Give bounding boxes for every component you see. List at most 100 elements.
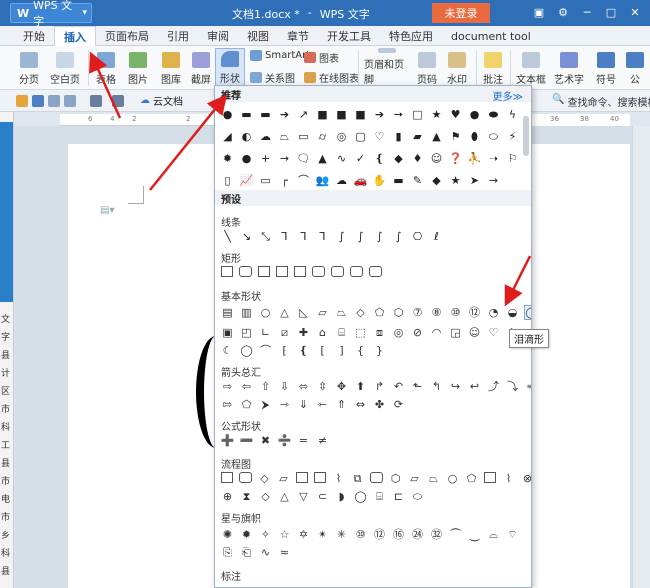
round-rect-icon[interactable]: [331, 266, 344, 277]
double-wave-icon[interactable]: ≈: [278, 546, 291, 559]
hexagon-outline-icon[interactable]: ⬡: [392, 306, 405, 319]
circular-arrow-icon[interactable]: ⟳: [392, 398, 405, 411]
smiley-icon[interactable]: ☺: [468, 326, 481, 339]
pentagon-arrow-icon[interactable]: ⬠: [240, 398, 253, 411]
comment-button[interactable]: 批注: [480, 48, 506, 88]
flag-shape-icon[interactable]: ⚐: [506, 152, 519, 165]
summing-junction-icon[interactable]: ⊗: [521, 472, 531, 485]
terminator-icon[interactable]: [370, 472, 383, 483]
table-button[interactable]: 表格: [92, 48, 120, 88]
login-button[interactable]: 未登录: [432, 3, 490, 23]
snip-rect-icon[interactable]: [276, 266, 288, 277]
wordart-button[interactable]: 艺术字: [552, 48, 586, 88]
settings-icon[interactable]: ⚙: [552, 3, 574, 21]
moon-icon[interactable]: ☾: [221, 344, 234, 357]
right-triangle-icon[interactable]: ◺: [297, 306, 310, 319]
tab-features[interactable]: 特色应用: [380, 26, 442, 46]
triangle-shape-icon[interactable]: ▲: [316, 152, 329, 165]
diamond-outline-icon[interactable]: ◇: [354, 306, 367, 319]
smartart-button[interactable]: SmartArt: [250, 50, 310, 61]
internal-storage-icon[interactable]: [314, 472, 326, 483]
redo-icon[interactable]: [112, 95, 124, 107]
banner-shape-icon[interactable]: ⚑: [449, 130, 462, 143]
round-rect-icon[interactable]: [350, 266, 363, 277]
connector-icon[interactable]: ○: [446, 472, 459, 485]
elbow-connector-icon[interactable]: ⅂: [278, 230, 291, 243]
curve-shape-icon[interactable]: ⌒: [297, 174, 310, 187]
elbow-connector-icon[interactable]: ⅂: [297, 230, 310, 243]
watermark-button[interactable]: 水印: [444, 48, 470, 88]
merge-icon[interactable]: ▽: [297, 490, 310, 503]
bent-up-arrow-icon[interactable]: ↰: [430, 380, 443, 393]
triangle-shape-icon[interactable]: ▲: [430, 130, 443, 143]
decision-icon[interactable]: ◇: [258, 472, 271, 485]
curve-connector-icon[interactable]: ∫: [335, 230, 348, 243]
undo-icon[interactable]: [90, 95, 102, 107]
star10-icon[interactable]: ⑩: [354, 528, 367, 541]
arc-icon[interactable]: ⌒: [259, 344, 272, 357]
star24-icon[interactable]: ㉔: [411, 528, 424, 541]
chord-icon[interactable]: ◒: [506, 306, 519, 319]
lightning-shape-icon[interactable]: ϟ: [506, 108, 519, 121]
star-shape-icon[interactable]: ★: [449, 174, 462, 187]
double-bracket-icon[interactable]: ⁅: [278, 344, 291, 357]
app-menu-button[interactable]: W WPS 文字 ▾: [10, 0, 92, 28]
left-bracket-icon[interactable]: [: [316, 344, 329, 357]
parallelogram-outline-icon[interactable]: ▱: [316, 306, 329, 319]
picture-button[interactable]: 图片: [124, 48, 152, 88]
arrow-right-icon[interactable]: ➙: [392, 108, 405, 121]
edit-shape-icon[interactable]: ✎: [411, 174, 424, 187]
half-frame-icon[interactable]: ◰: [240, 326, 253, 339]
square-outline-icon[interactable]: ▭: [259, 174, 272, 187]
shapes-button[interactable]: 形状: [215, 48, 245, 88]
collate-icon[interactable]: ⧗: [240, 490, 253, 503]
up-down-arrow-icon[interactable]: ⇳: [316, 380, 329, 393]
preview-icon[interactable]: [64, 95, 76, 107]
bent-arrow-icon[interactable]: ↱: [373, 380, 386, 393]
curved-ribbon-icon[interactable]: ⌓: [487, 528, 500, 541]
data-icon[interactable]: ▱: [277, 472, 290, 485]
arrow-right-icon[interactable]: →: [487, 174, 500, 187]
star4-icon[interactable]: ✧: [259, 528, 272, 541]
can-icon[interactable]: ⌸: [335, 326, 348, 339]
freeform-icon[interactable]: ⎔: [411, 230, 424, 243]
snip-rect-icon[interactable]: [258, 266, 270, 277]
maximize-icon[interactable]: □: [600, 3, 622, 21]
rect-shape-icon[interactable]: ■: [354, 108, 367, 121]
star6-icon[interactable]: ✡: [297, 528, 310, 541]
magnetic-disk-icon[interactable]: ⌸: [373, 490, 386, 503]
down-callout-arrow-icon[interactable]: ⇓: [297, 398, 310, 411]
triangle-outline-icon[interactable]: △: [278, 306, 291, 319]
diagonal-stripe-icon[interactable]: ⧄: [278, 326, 291, 339]
punched-tape-icon[interactable]: ⌇: [502, 472, 515, 485]
left-right-arrow-icon[interactable]: ⬄: [297, 380, 310, 393]
arrow-right-icon[interactable]: ➝: [487, 152, 500, 165]
cloud-shape-icon[interactable]: ☁: [259, 130, 272, 143]
trapezoid-outline-icon[interactable]: ⏢: [335, 306, 348, 319]
rectangle-icon[interactable]: [221, 266, 233, 277]
smile-shape-icon[interactable]: ☺: [430, 152, 443, 165]
decagon-icon[interactable]: ⑩: [449, 306, 462, 319]
blank-page-button[interactable]: 空白页: [48, 48, 82, 88]
rect-shape-icon[interactable]: ▬: [392, 174, 405, 187]
paste-options-icon[interactable]: ▤▾: [100, 205, 114, 216]
left-brace-icon[interactable]: {: [354, 344, 367, 357]
vertical-textbox-icon[interactable]: ▥: [240, 306, 253, 319]
left-up-arrow-icon[interactable]: ⬑: [411, 380, 424, 393]
textbox-button[interactable]: 文本框: [514, 48, 548, 88]
snip-rect-icon[interactable]: [294, 266, 306, 277]
arc-shape-icon[interactable]: ◢: [221, 130, 234, 143]
no-symbol-icon[interactable]: ⊘: [411, 326, 424, 339]
curved-left-arrow-icon[interactable]: ↩: [468, 380, 481, 393]
tab-insert[interactable]: 插入: [54, 26, 96, 46]
check-shape-icon[interactable]: ✓: [354, 152, 367, 165]
header-footer-button[interactable]: 页眉和页脚: [364, 48, 410, 88]
octagon-icon[interactable]: ⑧: [430, 306, 443, 319]
people-shape-icon[interactable]: 👥: [316, 174, 330, 187]
multidocument-icon[interactable]: ⧉: [351, 472, 364, 485]
question-shape-icon[interactable]: ❓: [449, 152, 463, 165]
square-outline-icon[interactable]: ▢: [354, 130, 367, 143]
star8-icon[interactable]: ✳: [335, 528, 348, 541]
manual-operation-icon[interactable]: ⏢: [427, 472, 440, 485]
right-bracket-icon[interactable]: ]: [335, 344, 348, 357]
